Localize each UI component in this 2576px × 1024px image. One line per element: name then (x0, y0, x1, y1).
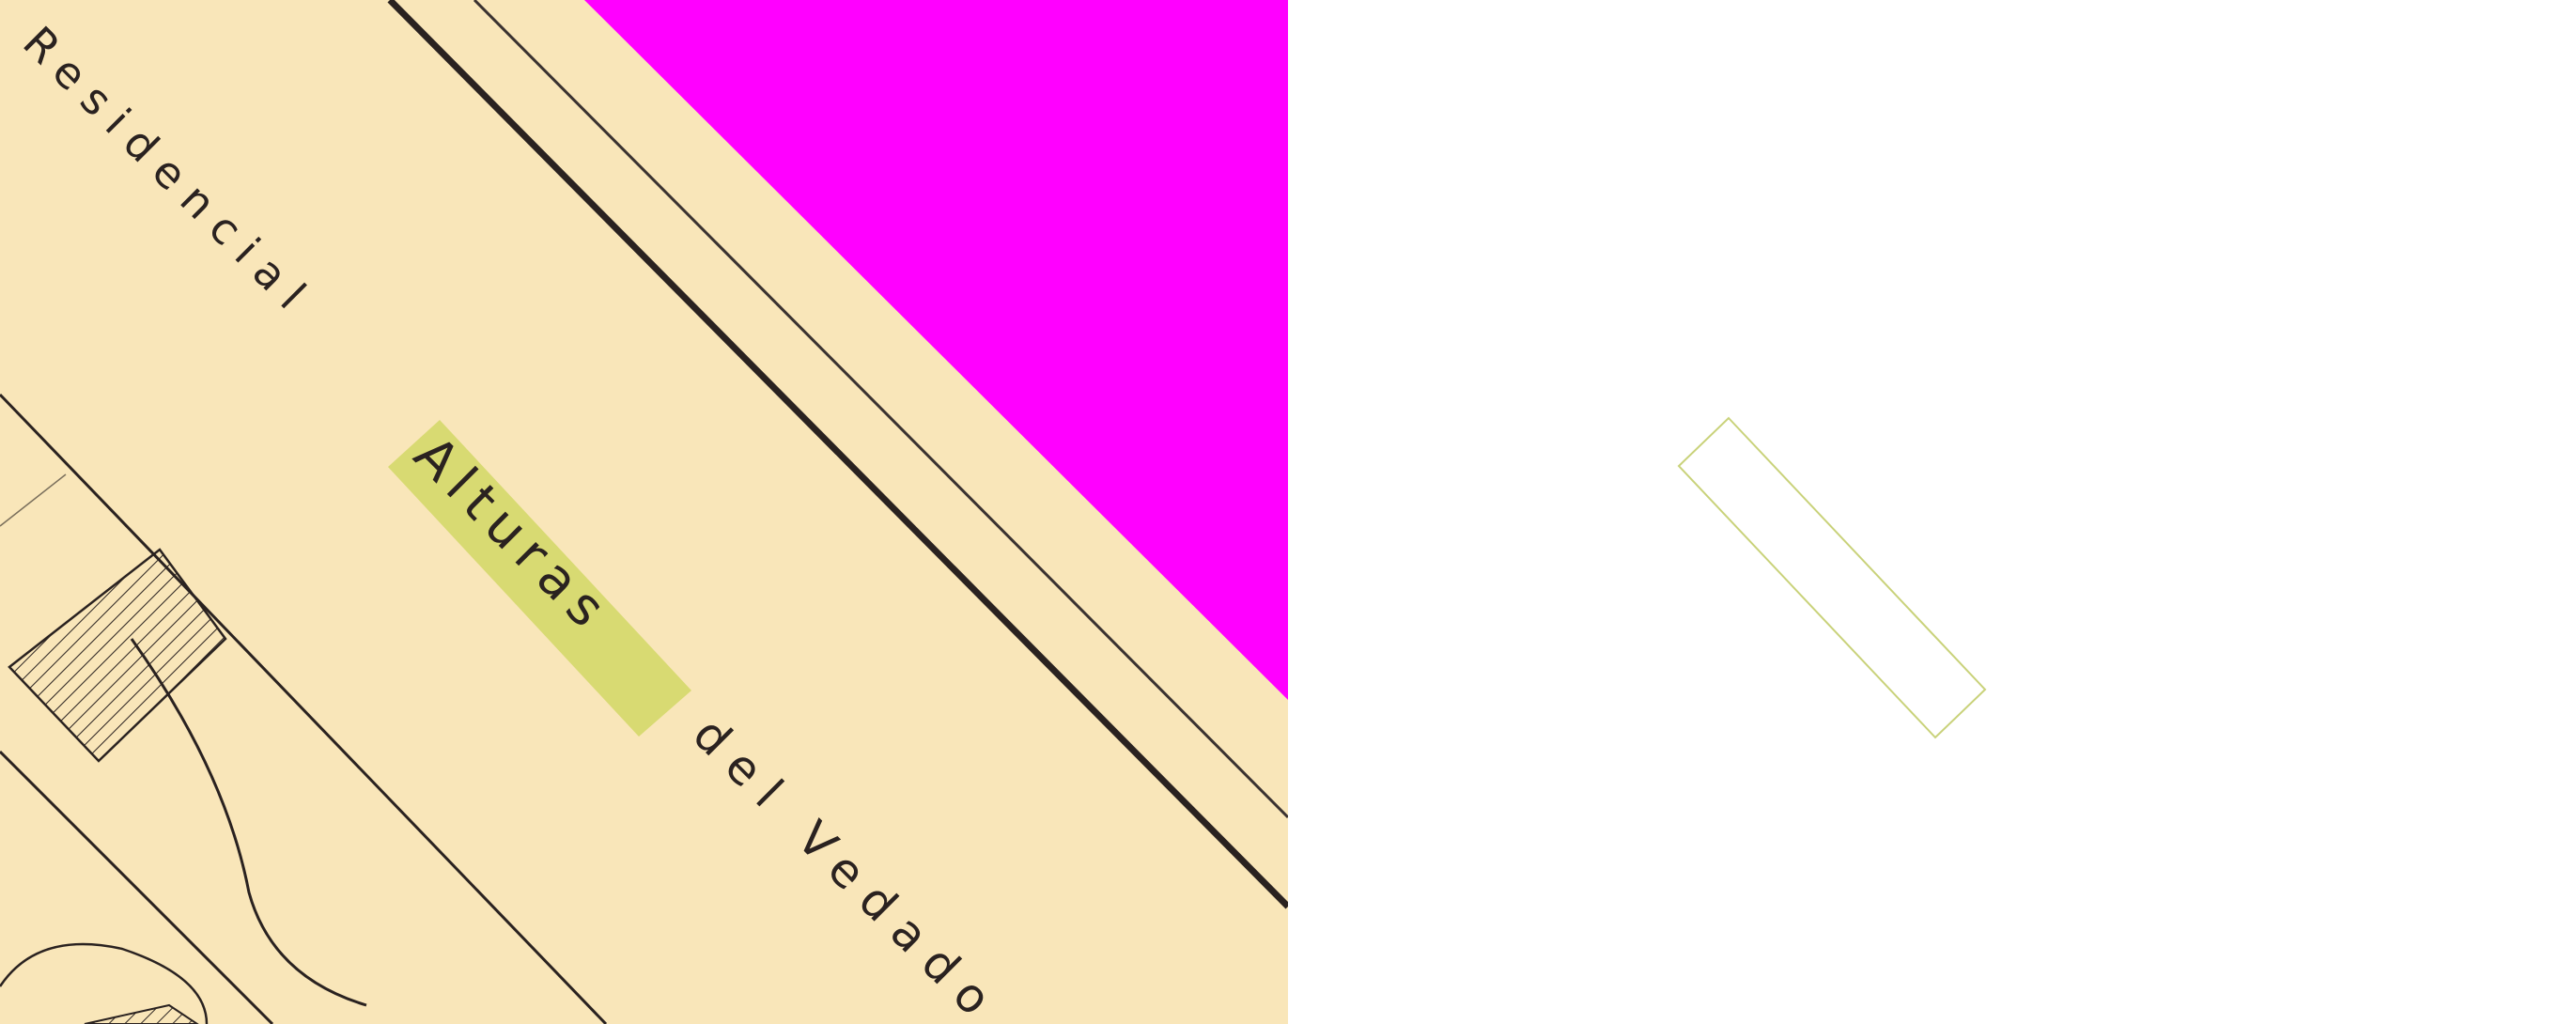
split-view: Residencial Alturas del Vedado (0, 0, 2576, 1024)
annotation-panel (1288, 0, 2576, 1024)
annotation-canvas (1677, 416, 1987, 739)
annotation-outline-box (1677, 416, 1987, 739)
scanned-map: Residencial Alturas del Vedado (0, 0, 1288, 1024)
map-image-panel: Residencial Alturas del Vedado (0, 0, 1288, 1024)
